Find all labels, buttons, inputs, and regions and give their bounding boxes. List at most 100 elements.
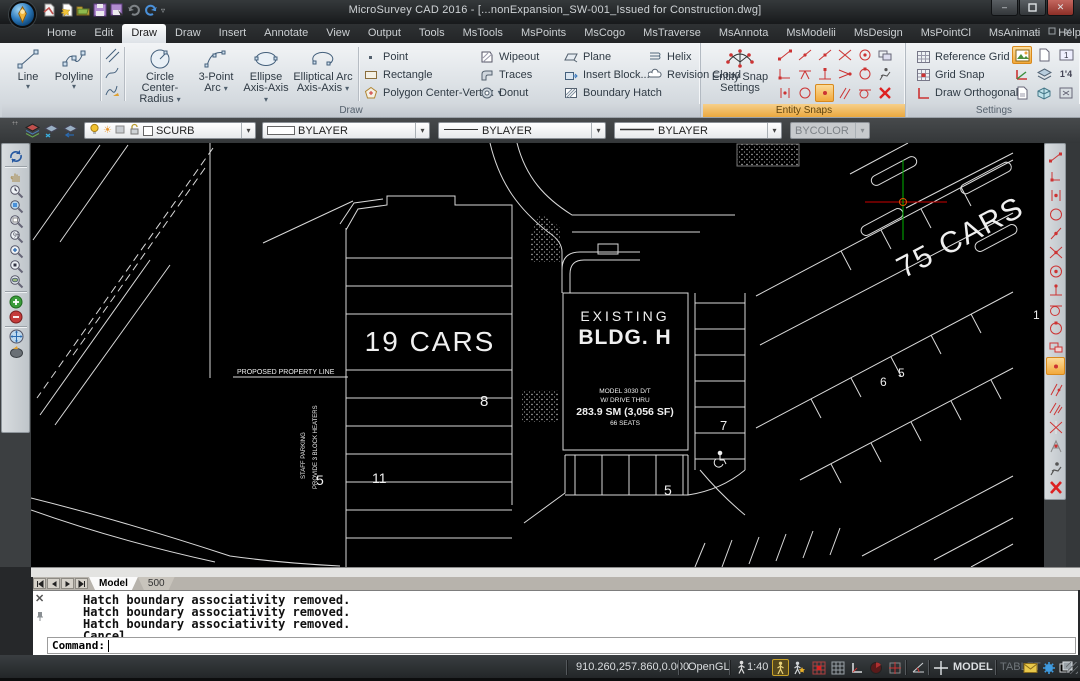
layer-freeze-icon[interactable] [43, 122, 60, 144]
snap-node-icon[interactable] [795, 84, 814, 102]
save-icon[interactable] [93, 3, 107, 17]
snap-node-button[interactable] [1046, 205, 1065, 223]
zoom-all-icon[interactable] [5, 329, 27, 344]
new-from-template-icon[interactable] [59, 3, 73, 17]
pan-icon[interactable] [5, 169, 27, 184]
units-icon[interactable]: 1'4 [1056, 65, 1076, 83]
tab-annotate[interactable]: Annotate [255, 24, 317, 43]
layer-previous-icon[interactable] [62, 122, 79, 144]
sketch-icon[interactable] [104, 83, 120, 104]
sheet-tab-model[interactable]: Model [89, 577, 138, 590]
plane-button[interactable]: Plane [564, 49, 611, 65]
snap-tangent-button[interactable] [1046, 300, 1065, 318]
snap-insertion-button[interactable] [1046, 338, 1065, 356]
snap-quick-icon[interactable] [875, 65, 894, 83]
zoom-window-icon[interactable] [5, 199, 27, 214]
layer-on-icon[interactable] [89, 123, 100, 139]
color-combo[interactable]: BYLAYER ▾ [262, 122, 430, 139]
next-sheet-icon[interactable] [61, 578, 74, 589]
polyline-button[interactable]: Polyline ▾ [50, 45, 98, 91]
zoom-scale-icon[interactable]: % [5, 229, 27, 244]
snap-point-icon[interactable] [815, 84, 834, 102]
zoom-dynamic-icon[interactable] [5, 214, 27, 229]
ellipse-button[interactable]: Ellipse Axis-Axis ▾ [240, 45, 292, 105]
3d-settings-icon[interactable] [1034, 84, 1054, 102]
open-icon[interactable] [76, 3, 90, 17]
grid-display-toggle-icon[interactable] [829, 659, 846, 676]
snap-perpendicular-button[interactable] [1046, 281, 1065, 299]
tab-view[interactable]: View [317, 24, 359, 43]
snap-extension-icon[interactable] [835, 65, 854, 83]
layer-thaw-icon[interactable]: ☀ [103, 126, 112, 136]
snap-perpendicular-icon[interactable] [815, 65, 834, 83]
tab-msmodeli[interactable]: MsModelii [777, 24, 845, 43]
drawing-scale[interactable]: 1:40 [747, 661, 768, 673]
drawing-settings-icon[interactable] [1012, 84, 1032, 102]
snap-tangent-icon[interactable] [855, 84, 874, 102]
snap-from-icon[interactable] [775, 65, 794, 83]
zoom-in-window-icon[interactable] [5, 244, 27, 259]
draw-orthogonal-toggle[interactable]: Draw Orthogonal [916, 85, 1018, 101]
tab-output[interactable]: Output [359, 24, 410, 43]
entity-snap-settings-button[interactable]: Entity Snap Settings [709, 45, 771, 94]
lineweight-combo[interactable]: BYLAYER ▾ [614, 122, 782, 139]
reference-grid-toggle[interactable]: Reference Grid [916, 49, 1010, 65]
snap-nearest-button[interactable] [1046, 224, 1065, 242]
render-settings-icon[interactable] [1012, 46, 1032, 64]
boundary-hatch-button[interactable]: Boundary Hatch [564, 85, 662, 101]
snap-intersection-icon[interactable] [835, 46, 854, 64]
page-setup-icon[interactable] [1034, 46, 1054, 64]
snap-insert-icon[interactable] [775, 84, 794, 102]
zoom-out-icon[interactable] [5, 309, 27, 324]
snap-endpoint-button[interactable] [1046, 148, 1065, 166]
snap-apparent-button[interactable] [1046, 437, 1065, 455]
tab-draw3d[interactable]: Draw 3D [166, 24, 210, 43]
donut-button[interactable]: Donut [480, 85, 528, 101]
snap-parallel-icon[interactable] [835, 84, 854, 102]
insert-block-button[interactable]: Insert Block... [564, 67, 650, 83]
snap-walk-toggle-icon[interactable] [772, 659, 789, 676]
close-button[interactable]: ✕ [1047, 0, 1074, 16]
sheet-tab-500[interactable]: 500 [138, 577, 175, 590]
snap-none-icon[interactable] [875, 84, 894, 102]
undo-icon[interactable] [127, 3, 141, 17]
point-button[interactable]: Point [364, 49, 408, 65]
snap-none-button[interactable] [1046, 478, 1065, 496]
tab-edit[interactable]: Edit [85, 24, 122, 43]
drawing-canvas[interactable]: 19 CARS 75 CARS EXISTING BLDG. H MODEL 3… [31, 143, 1044, 567]
layer-combo-arrow[interactable]: ▾ [241, 123, 255, 138]
elliptical-arc-button[interactable]: Elliptical Arc Axis-Axis ▾ [292, 45, 354, 94]
snap-quadrant-button[interactable] [1046, 319, 1065, 337]
mdi-minimize-icon[interactable]: – [1034, 27, 1040, 38]
tab-msdesign[interactable]: MsDesign [845, 24, 912, 43]
command-input[interactable]: Command: [47, 637, 1076, 654]
snap-parallel2-button[interactable] [1046, 399, 1065, 417]
redo-icon[interactable] [144, 3, 158, 17]
wipeout-button[interactable]: Wipeout [480, 49, 539, 65]
tab-msannota[interactable]: MsAnnota [710, 24, 778, 43]
snap-nearest-icon[interactable] [795, 46, 814, 64]
tab-insert[interactable]: Insert [210, 24, 256, 43]
snap-point-button[interactable] [1046, 357, 1065, 375]
linetype-combo-arrow[interactable]: ▾ [591, 123, 605, 138]
crosshair-toggle-icon[interactable] [932, 659, 949, 676]
snap-from-button[interactable] [1046, 167, 1065, 185]
last-sheet-icon[interactable] [75, 578, 88, 589]
three-point-arc-button[interactable]: 3-Point Arc ▾ [192, 45, 240, 94]
ortho-toggle-icon[interactable] [848, 659, 865, 676]
traces-button[interactable]: Traces [480, 67, 532, 83]
grid-snap-toggle[interactable]: Grid Snap [916, 67, 985, 83]
resize-grip[interactable] [1066, 662, 1078, 674]
zoom-center-icon[interactable] [5, 259, 27, 274]
snap-quick-button[interactable] [1046, 459, 1065, 477]
esnap-toggle-icon[interactable] [886, 659, 903, 676]
command-close-icon[interactable]: ✕ [35, 592, 44, 605]
snap-midpoint-icon[interactable] [815, 46, 834, 64]
layer-combo[interactable]: ☀ SCURB ▾ [84, 122, 256, 139]
snap-quadrant-icon[interactable] [855, 65, 874, 83]
tab-mscogo[interactable]: MsCogo [575, 24, 634, 43]
maximize-button[interactable] [1019, 0, 1046, 16]
snap-apparent-icon[interactable] [795, 65, 814, 83]
regen-icon[interactable] [5, 149, 27, 164]
helix-button[interactable]: Helix [648, 49, 691, 65]
